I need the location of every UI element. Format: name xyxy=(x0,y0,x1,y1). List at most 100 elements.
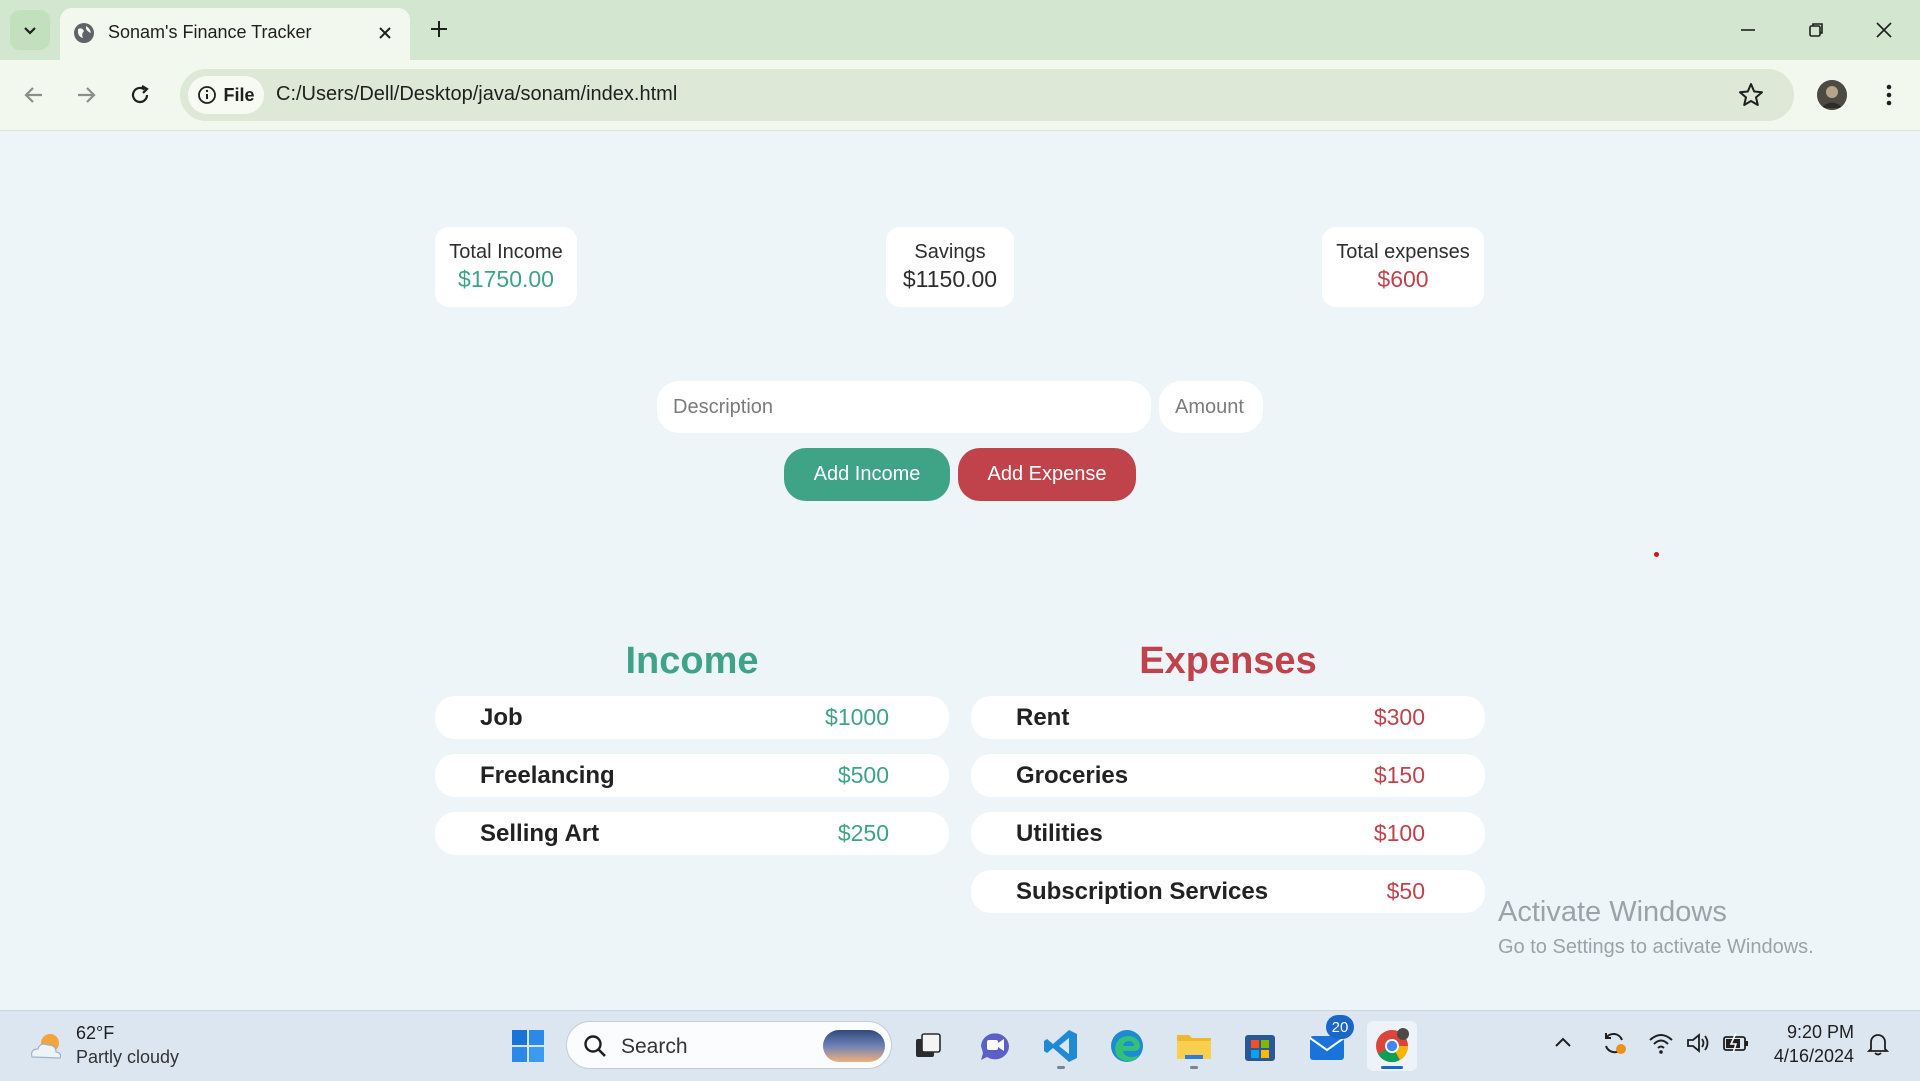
taskbar-search[interactable]: Search xyxy=(566,1021,892,1069)
expense-item-amount: $300 xyxy=(1373,704,1425,730)
clock[interactable]: 9:20 PM 4/16/2024 xyxy=(1770,1020,1854,1072)
notifications-button[interactable] xyxy=(1866,1031,1890,1057)
back-button[interactable] xyxy=(16,77,52,113)
wifi-tray-icon[interactable] xyxy=(1648,1031,1674,1055)
running-indicator xyxy=(1190,1066,1198,1069)
expense-item-name: Groceries xyxy=(1016,762,1129,789)
task-view-button[interactable] xyxy=(903,1021,953,1071)
volume-icon xyxy=(1687,1033,1709,1053)
tab-close-button[interactable] xyxy=(372,20,398,46)
active-tab[interactable]: Sonam's Finance Tracker xyxy=(60,8,410,60)
show-hidden-icons-button[interactable] xyxy=(1553,1033,1573,1053)
browser-menu-button[interactable] xyxy=(1874,80,1904,110)
activate-windows-title: Activate Windows xyxy=(1498,896,1727,928)
expense-item-amount: $50 xyxy=(1386,878,1425,904)
expenses-heading: Expenses xyxy=(1139,640,1317,682)
income-heading: Income xyxy=(625,640,759,682)
task-view-icon xyxy=(916,1033,941,1057)
address-bar[interactable]: File C:/Users/Dell/Desktop/java/sonam/in… xyxy=(180,69,1794,121)
edge-icon xyxy=(1111,1030,1143,1062)
edge-button[interactable] xyxy=(1102,1021,1152,1071)
mail-button[interactable]: 20 xyxy=(1302,1015,1354,1071)
back-icon xyxy=(24,87,42,103)
income-row: Freelancing $500 xyxy=(435,754,949,797)
info-icon xyxy=(198,86,217,104)
income-item-amount: $250 xyxy=(837,820,889,846)
weather-widget[interactable]: 62°F Partly cloudy xyxy=(20,1017,190,1075)
clock-time: 9:20 PM xyxy=(1786,1022,1854,1042)
income-row: Selling Art $250 xyxy=(435,812,949,855)
expense-item-amount: $100 xyxy=(1373,820,1425,846)
close-window-button[interactable] xyxy=(1862,10,1906,50)
activate-windows-subtitle: Go to Settings to activate Windows. xyxy=(1498,936,1814,958)
vscode-button[interactable] xyxy=(1036,1021,1086,1071)
volume-tray-icon[interactable] xyxy=(1685,1031,1711,1055)
expense-item-name: Subscription Services xyxy=(1016,878,1269,905)
expense-row: Utilities $100 xyxy=(971,812,1485,855)
store-icon xyxy=(1245,1035,1275,1061)
plus-icon xyxy=(431,21,447,37)
star-icon[interactable] xyxy=(1738,82,1764,108)
browser-tab-bar: Sonam's Finance Tracker xyxy=(0,0,1920,60)
chat-app-button[interactable] xyxy=(970,1021,1020,1071)
total-income-value: $1750.00 xyxy=(458,266,554,292)
globe-icon xyxy=(74,23,94,43)
red-dot xyxy=(1654,552,1659,557)
expense-item-name: Utilities xyxy=(1016,820,1103,847)
minimize-icon xyxy=(1741,29,1755,31)
mail-badge: 20 xyxy=(1326,1015,1354,1039)
file-explorer-button[interactable] xyxy=(1169,1021,1219,1071)
expense-item-name: Rent xyxy=(1016,704,1070,731)
sync-icon xyxy=(1605,1033,1626,1054)
income-item-amount: $500 xyxy=(837,762,889,788)
profile-avatar[interactable] xyxy=(1817,80,1847,110)
tab-list-button[interactable] xyxy=(10,10,50,50)
minimize-button[interactable] xyxy=(1726,10,1770,50)
sync-tray-icon[interactable] xyxy=(1601,1030,1627,1056)
weather-temp: 62°F xyxy=(76,1023,115,1043)
total-income-card: Total Income $1750.00 xyxy=(435,227,577,307)
savings-value: $1150.00 xyxy=(902,266,998,292)
url-text[interactable]: C:/Users/Dell/Desktop/java/sonam/index.h… xyxy=(276,83,677,106)
vscode-icon xyxy=(1044,1030,1077,1062)
close-icon xyxy=(379,27,391,39)
new-tab-button[interactable] xyxy=(424,14,454,44)
reload-icon xyxy=(131,85,149,104)
store-button[interactable] xyxy=(1235,1021,1285,1071)
restore-button[interactable] xyxy=(1794,10,1838,50)
bell-icon xyxy=(1866,1034,1890,1056)
add-expense-button[interactable]: Add Expense xyxy=(958,448,1136,501)
expense-item-amount: $150 xyxy=(1373,762,1425,788)
income-item-amount: $1000 xyxy=(825,704,889,730)
income-row: Job $1000 xyxy=(435,696,949,739)
wifi-icon xyxy=(1649,1034,1673,1054)
income-item-name: Selling Art xyxy=(480,820,600,847)
forward-button[interactable] xyxy=(68,77,104,113)
site-info-chip[interactable]: File xyxy=(188,76,264,114)
search-label: Search xyxy=(621,1035,688,1058)
file-explorer-icon xyxy=(1177,1035,1211,1059)
close-icon xyxy=(1876,22,1892,38)
description-input[interactable] xyxy=(657,381,1151,433)
expense-row: Rent $300 xyxy=(971,696,1485,739)
active-indicator xyxy=(1381,1066,1403,1069)
chrome-button[interactable] xyxy=(1367,1021,1417,1071)
expense-row: Groceries $150 xyxy=(971,754,1485,797)
running-indicator xyxy=(1057,1066,1065,1069)
amount-input[interactable] xyxy=(1159,381,1263,433)
browser-toolbar: File C:/Users/Dell/Desktop/java/sonam/in… xyxy=(0,60,1920,131)
reload-button[interactable] xyxy=(122,77,158,113)
total-expenses-card: Total expenses $600 xyxy=(1322,227,1484,307)
total-expenses-label: Total expenses xyxy=(1336,241,1470,263)
avatar-icon xyxy=(1817,80,1847,110)
forward-icon xyxy=(78,87,96,103)
search-highlight-image xyxy=(823,1030,885,1062)
start-button[interactable] xyxy=(503,1021,553,1071)
chat-icon xyxy=(981,1033,1009,1060)
weather-icon xyxy=(31,1034,62,1059)
total-income-label: Total Income xyxy=(449,241,563,263)
battery-tray-icon[interactable] xyxy=(1722,1031,1750,1055)
income-item-name: Job xyxy=(480,704,523,731)
add-income-button[interactable]: Add Income xyxy=(784,448,950,501)
expense-row: Subscription Services $50 xyxy=(971,870,1485,913)
